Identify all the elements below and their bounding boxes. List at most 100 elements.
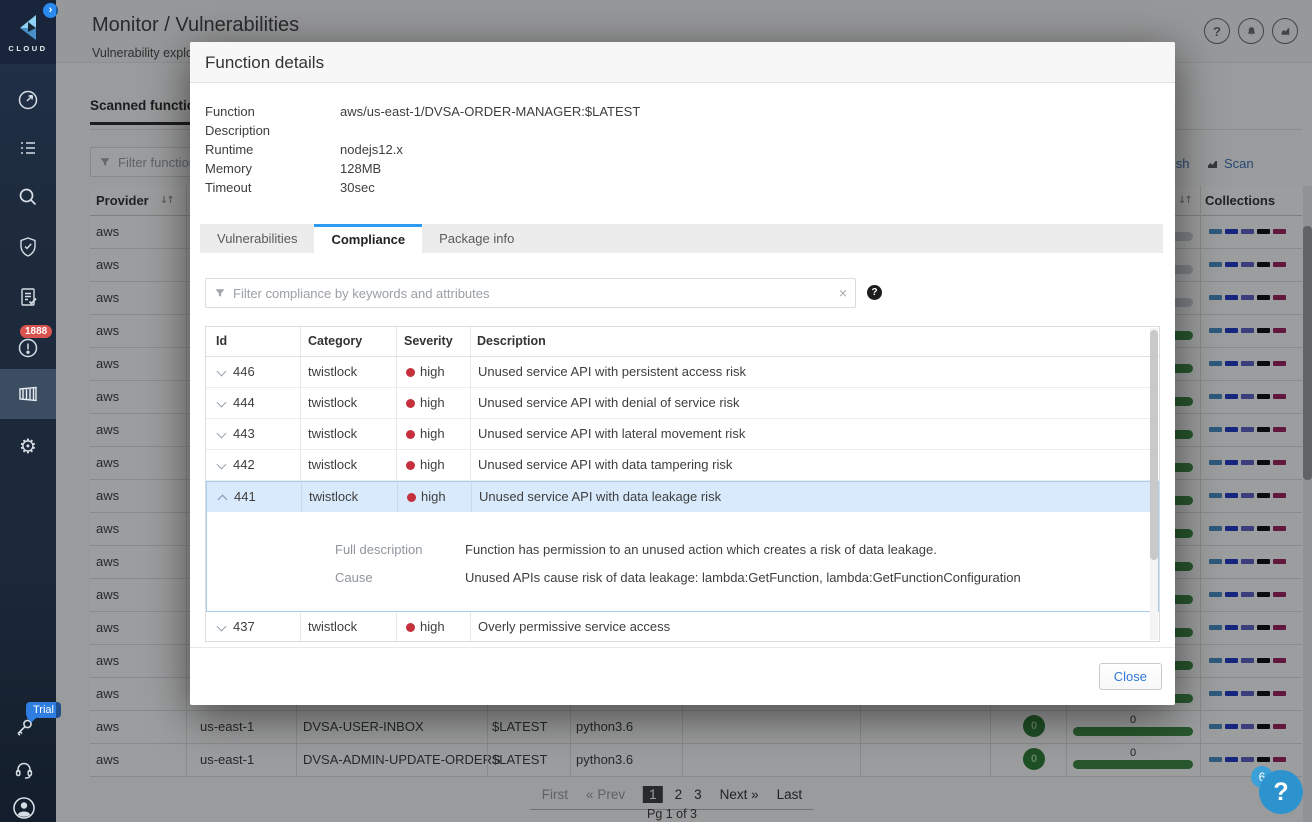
severity-label: high <box>420 426 445 441</box>
column-divider <box>470 327 471 356</box>
compliance-description: Unused service API with persistent acces… <box>478 364 747 379</box>
column-divider <box>300 419 301 449</box>
sidebar-item-search[interactable] <box>0 173 56 221</box>
scrollbar-thumb[interactable] <box>1150 330 1158 560</box>
detail-value: nodejs12.x <box>340 142 403 157</box>
modal-footer-divider <box>190 647 1175 648</box>
shield-check-icon <box>20 237 36 257</box>
chevron-down-icon[interactable] <box>216 397 227 408</box>
function-details-modal: Function details Function aws/us-east-1/D… <box>190 42 1175 705</box>
column-header: Category <box>308 334 363 348</box>
sidebar-item-settings[interactable]: ⚙ <box>0 422 56 470</box>
detail-label: Function <box>205 104 255 119</box>
chevron-up-icon[interactable] <box>217 494 228 505</box>
expanded-detail-value: Unused APIs cause risk of data leakage: … <box>465 570 1021 585</box>
expanded-detail-value: Function has permission to an unused act… <box>465 542 937 557</box>
container-icon <box>19 386 37 402</box>
column-divider <box>396 357 397 387</box>
severity-high-dot <box>406 429 415 439</box>
severity-label: high <box>420 364 445 379</box>
column-divider <box>301 482 302 512</box>
tab-package-info[interactable]: Package info <box>422 224 531 253</box>
compliance-row[interactable]: 443 twistlock high Unused service API with … <box>206 419 1159 450</box>
column-divider <box>300 357 301 387</box>
expanded-compliance-row: 441 twistlock high Unused service API with … <box>206 481 1159 612</box>
compliance-category: twistlock <box>308 426 358 441</box>
column-divider <box>300 388 301 418</box>
compliance-row[interactable]: 442 twistlock high Unused service API with … <box>206 450 1159 481</box>
help-fab-button[interactable]: ? <box>1259 770 1303 814</box>
tab-vulnerabilities[interactable]: Vulnerabilities <box>200 224 314 253</box>
column-header: Id <box>216 334 228 348</box>
severity-label: high <box>420 395 445 410</box>
chevron-down-icon[interactable] <box>216 366 227 377</box>
modal-tabs: Vulnerabilities Compliance Package info <box>200 224 1163 253</box>
column-divider <box>470 357 471 387</box>
sidebar-item-support[interactable] <box>2 752 46 788</box>
compliance-filter-input[interactable]: Filter compliance by keywords and attrib… <box>205 278 856 308</box>
sidebar-item-serverless[interactable] <box>0 369 56 419</box>
column-header: Severity <box>404 334 453 348</box>
filter-help-icon[interactable]: ? <box>867 285 882 300</box>
detail-label: Runtime <box>205 142 254 157</box>
tab-compliance[interactable]: Compliance <box>314 224 423 253</box>
compliance-id: 437 <box>233 619 255 634</box>
compliance-category: twistlock <box>309 489 359 504</box>
compliance-category: twistlock <box>308 619 358 634</box>
compliance-id: 442 <box>233 457 255 472</box>
compliance-description: Unused service API with data leakage ris… <box>479 489 722 504</box>
chevron-down-icon[interactable] <box>216 428 227 439</box>
sidebar-item-defend[interactable] <box>0 223 56 271</box>
function-detail-row: Function aws/us-east-1/DVSA-ORDER-MANAGER… <box>205 104 640 123</box>
column-divider <box>470 388 471 418</box>
sidebar-item-policies[interactable] <box>0 124 56 172</box>
function-detail-row: Runtime nodejs12.x <box>205 142 640 161</box>
logo-text: CLOUD <box>8 44 48 53</box>
compliance-row[interactable]: 441 twistlock high Unused service API with … <box>207 482 1158 512</box>
table-scrollbar[interactable] <box>1150 328 1158 640</box>
severity-label: high <box>420 457 445 472</box>
severity-high-dot <box>406 398 415 408</box>
headset-icon <box>15 762 33 779</box>
compliance-description: Unused service API with denial of servic… <box>478 395 740 410</box>
gauge-icon <box>18 90 38 110</box>
function-details: Function aws/us-east-1/DVSA-ORDER-MANAGER… <box>205 104 640 199</box>
gear-icon: ⚙ <box>19 434 37 458</box>
user-icon <box>13 797 35 819</box>
chevron-down-icon[interactable] <box>216 459 227 470</box>
column-divider <box>396 419 397 449</box>
column-divider <box>470 612 471 641</box>
sidebar-item-compliance[interactable] <box>0 273 56 321</box>
compliance-row[interactable]: 437 twistlock high Overly permissive servic… <box>206 612 1159 641</box>
filter-placeholder: Filter compliance by keywords and attrib… <box>233 285 490 301</box>
chevron-down-icon[interactable] <box>216 621 227 632</box>
checklist-icon <box>21 142 35 154</box>
column-divider <box>300 327 301 356</box>
compliance-id: 443 <box>233 426 255 441</box>
compliance-id: 444 <box>233 395 255 410</box>
compliance-row[interactable]: 444 twistlock high Unused service API with … <box>206 388 1159 419</box>
column-divider <box>471 482 472 512</box>
sidebar-item-dashboard[interactable] <box>0 76 56 124</box>
function-detail-row: Description <box>205 123 640 142</box>
severity-label: high <box>421 489 446 504</box>
clear-filter-icon[interactable]: × <box>839 285 847 301</box>
detail-value: 30sec <box>340 180 375 195</box>
detail-value: aws/us-east-1/DVSA-ORDER-MANAGER:$LATEST <box>340 104 641 119</box>
compliance-category: twistlock <box>308 364 358 379</box>
column-divider <box>470 419 471 449</box>
compliance-description: Unused service API with lateral movement… <box>478 426 746 441</box>
detail-label: Timeout <box>205 180 252 195</box>
expanded-detail-label: Cause <box>335 570 373 585</box>
sidebar-item-profile[interactable] <box>2 790 46 822</box>
compliance-row[interactable]: 446 twistlock high Unused service API with … <box>206 357 1159 388</box>
funnel-icon <box>215 289 225 297</box>
compliance-description: Overly permissive service access <box>478 619 671 634</box>
column-divider <box>470 450 471 480</box>
detail-label: Memory <box>205 161 252 176</box>
severity-high-dot <box>407 492 416 502</box>
detail-label: Description <box>205 123 271 138</box>
compliance-description: Unused service API with data tampering r… <box>478 457 733 472</box>
close-button[interactable]: Close <box>1098 663 1162 690</box>
column-divider <box>300 450 301 480</box>
